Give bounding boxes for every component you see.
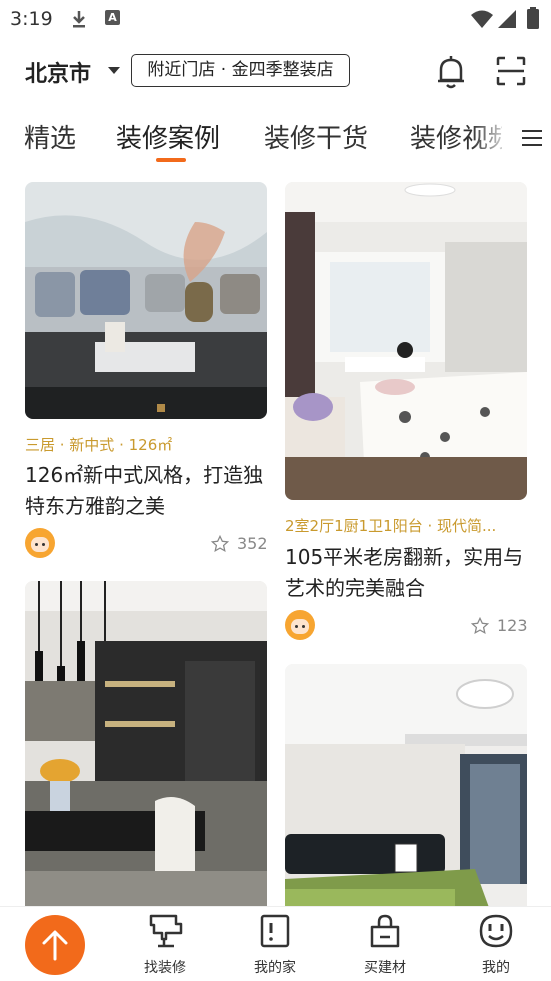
nav-label: 找装修 (144, 960, 186, 976)
find-decoration-icon (149, 914, 183, 948)
bottom-nav: 找装修 我的家 买建材 我的 (0, 906, 551, 981)
case-title[interactable]: 105平米老房翻新，实用与艺术的完美融合 (285, 542, 527, 604)
active-tab-indicator (156, 158, 186, 162)
nav-buy-materials[interactable]: 买建材 (350, 913, 420, 977)
status-time: 3:19 (10, 8, 53, 30)
case-image-dining-room[interactable] (25, 581, 267, 906)
category-tabs: 精选 装修案例 装修干货 装修视频 (0, 112, 551, 168)
my-home-icon (260, 914, 290, 948)
arrow-up-icon (42, 930, 68, 961)
scan-icon[interactable] (496, 56, 526, 86)
tab-featured[interactable]: 精选 (24, 118, 76, 155)
smile-icon (479, 914, 513, 948)
download-icon (73, 11, 85, 28)
status-bar: 3:19 A (0, 0, 551, 38)
star-icon[interactable] (471, 617, 489, 635)
author-avatar[interactable] (25, 528, 55, 558)
back-to-top-button[interactable] (25, 915, 85, 975)
nav-label: 我的家 (254, 960, 296, 976)
author-avatar[interactable] (285, 610, 315, 640)
wifi-icon (471, 10, 493, 28)
case-feed: 三居 · 新中式 · 126㎡ 126㎡新中式风格，打造独特东方雅韵之美 352 (0, 182, 551, 906)
nav-label: 买建材 (364, 960, 406, 976)
case-image-living-room[interactable] (25, 182, 267, 419)
notification-a-icon: A (105, 10, 120, 25)
case-title[interactable]: 126㎡新中式风格，打造独特东方雅韵之美 (25, 460, 267, 522)
store-selector[interactable]: 附近门店 · 金四季整装店 (131, 54, 350, 87)
tab-fade (472, 112, 512, 162)
tab-decoration-cases[interactable]: 装修案例 (116, 118, 220, 155)
nav-me[interactable]: 我的 (461, 913, 531, 977)
case-tags: 三居 · 新中式 · 126㎡ (25, 436, 173, 454)
nav-find-decoration[interactable]: 找装修 (130, 913, 200, 977)
signal-icon (498, 10, 516, 28)
bell-icon[interactable] (436, 55, 466, 89)
nav-label: 我的 (482, 960, 510, 976)
battery-icon (527, 7, 539, 29)
city-selector[interactable]: 北京市 (25, 56, 91, 88)
nav-my-home[interactable]: 我的家 (240, 913, 310, 977)
shopping-bag-icon (370, 914, 400, 948)
menu-icon[interactable] (522, 130, 542, 151)
case-image-bedroom[interactable] (285, 182, 527, 500)
like-count: 352 (237, 534, 268, 553)
like-count: 123 (497, 616, 528, 635)
case-tags: 2室2厅1厨1卫1阳台 · 现代简... (285, 517, 497, 535)
star-icon[interactable] (211, 535, 229, 553)
top-bar: 北京市 附近门店 · 金四季整装店 (0, 50, 551, 94)
tab-decoration-tips[interactable]: 装修干货 (264, 118, 368, 155)
caret-down-icon[interactable] (108, 67, 120, 74)
case-image-bedroom-green[interactable] (285, 664, 527, 906)
